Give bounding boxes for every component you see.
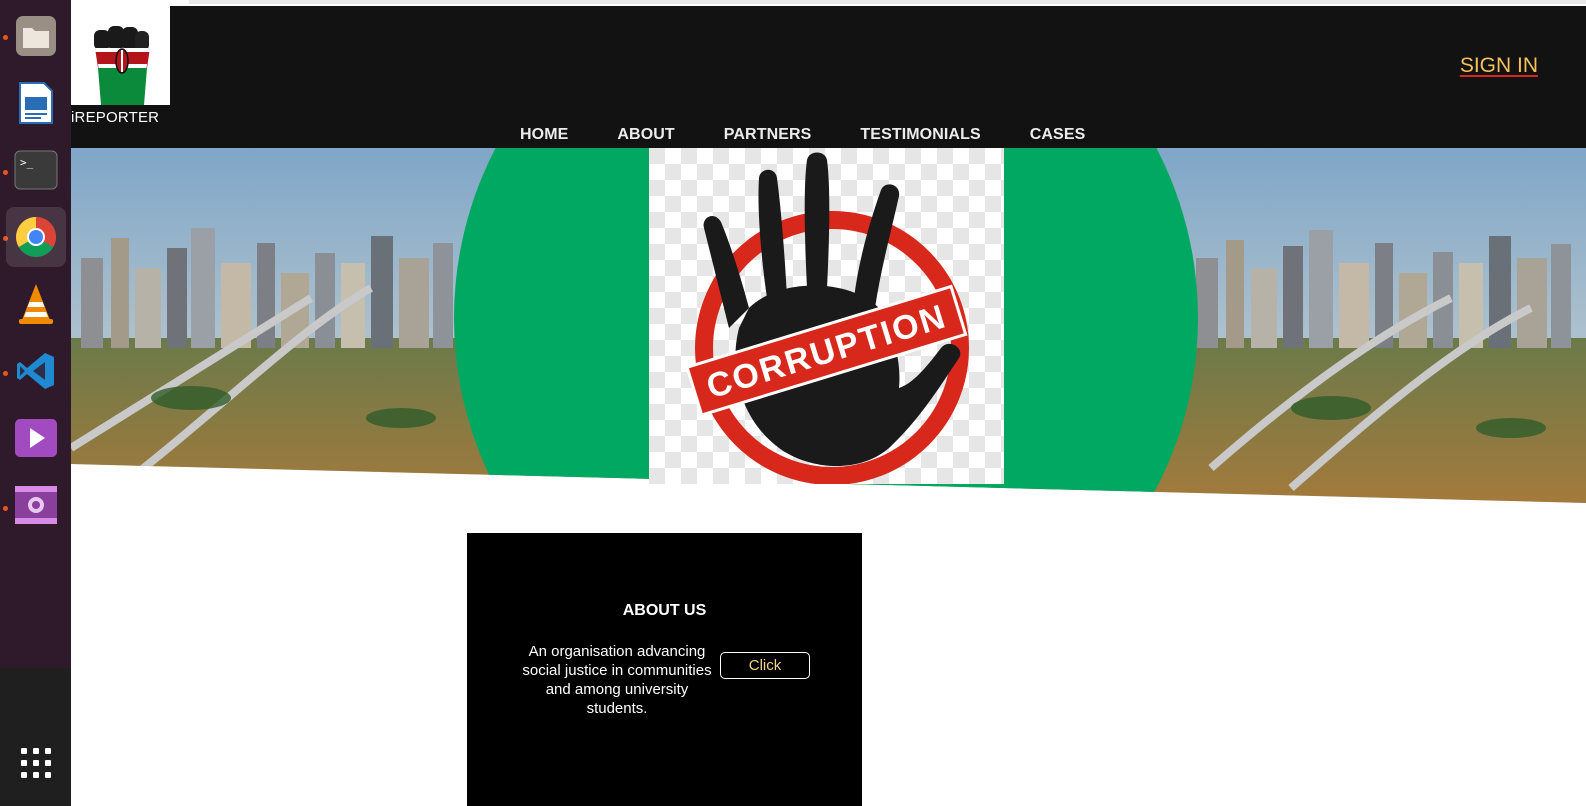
- site-logo[interactable]: [71, 6, 170, 105]
- page-top-border: [189, 0, 1586, 4]
- sign-in-link[interactable]: SIGN IN: [1460, 54, 1538, 78]
- chrome-icon[interactable]: [6, 207, 66, 267]
- site-header: iREPORTER SIGN IN HOME ABOUT PARTNERS TE…: [71, 6, 1586, 148]
- libreoffice-impress-icon[interactable]: [6, 73, 66, 133]
- about-us-description: An organisation advancing social justice…: [522, 643, 712, 717]
- about-us-title: ABOUT US: [622, 602, 707, 619]
- nav-about[interactable]: ABOUT: [617, 126, 674, 144]
- nav-partners[interactable]: PARTNERS: [724, 126, 812, 144]
- ubuntu-dock: >_: [0, 0, 71, 806]
- nav-home[interactable]: HOME: [520, 126, 568, 144]
- hero-banner: CORRUPTION: [71, 148, 1586, 508]
- terminal-icon[interactable]: >_: [6, 140, 66, 200]
- about-us-card: ABOUT US An organisation advancing socia…: [467, 533, 862, 806]
- vscode-icon[interactable]: [6, 341, 66, 401]
- vlc-icon[interactable]: [6, 274, 66, 334]
- nav-cases[interactable]: CASES: [1030, 126, 1086, 144]
- stop-corruption-hand-icon: CORRUPTION: [649, 148, 1004, 485]
- anti-corruption-image: CORRUPTION: [649, 148, 1004, 485]
- raised-fist-kenya-flag-icon: [71, 6, 170, 105]
- files-icon[interactable]: [6, 6, 66, 66]
- nav-testimonials[interactable]: TESTIMONIALS: [860, 126, 980, 144]
- site-name: iREPORTER: [71, 109, 160, 126]
- browser-page: iREPORTER SIGN IN HOME ABOUT PARTNERS TE…: [71, 0, 1586, 806]
- video-editor-icon[interactable]: [6, 475, 66, 535]
- media-player-icon[interactable]: [6, 408, 66, 468]
- show-applications-icon[interactable]: [6, 733, 66, 793]
- about-click-button[interactable]: Click: [720, 652, 810, 679]
- svg-text:>_: >_: [20, 156, 34, 169]
- main-nav: HOME ABOUT PARTNERS TESTIMONIALS CASES: [520, 126, 1134, 144]
